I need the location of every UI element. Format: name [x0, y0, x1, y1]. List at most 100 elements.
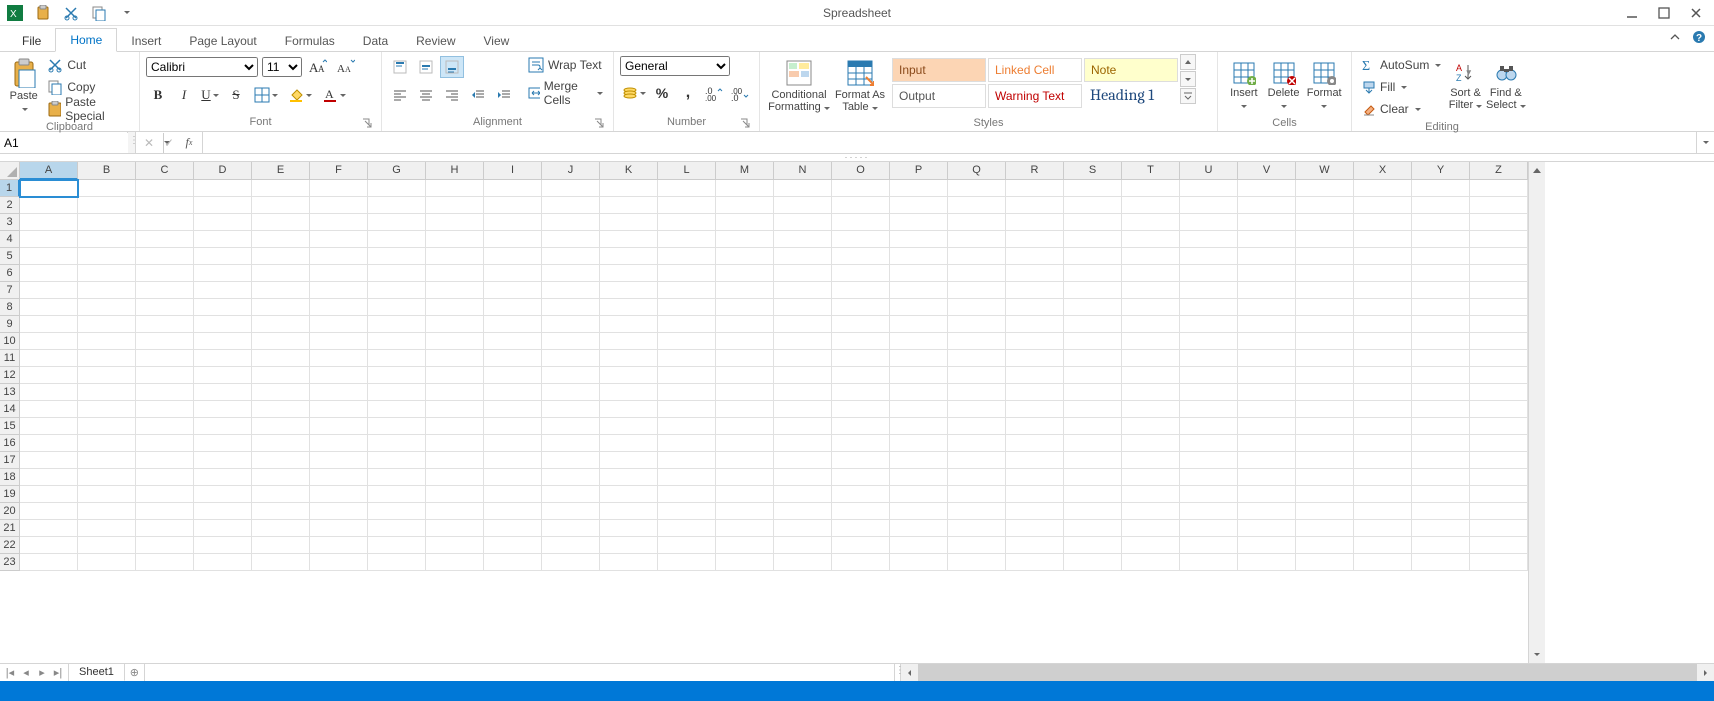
cell[interactable]	[948, 452, 1006, 469]
cell[interactable]	[1412, 265, 1470, 282]
cell[interactable]	[716, 452, 774, 469]
cell[interactable]	[1412, 367, 1470, 384]
sheet-nav-first[interactable]: |◂	[2, 665, 18, 681]
cell[interactable]	[252, 214, 310, 231]
cell[interactable]	[78, 180, 136, 197]
help-icon[interactable]: ?	[1690, 28, 1708, 46]
cell[interactable]	[542, 469, 600, 486]
cell[interactable]	[716, 316, 774, 333]
column-header[interactable]: B	[78, 162, 136, 180]
cell[interactable]	[774, 554, 832, 571]
cell[interactable]	[542, 486, 600, 503]
cell[interactable]	[1238, 554, 1296, 571]
cell[interactable]	[658, 452, 716, 469]
cell[interactable]	[832, 333, 890, 350]
cell[interactable]	[310, 248, 368, 265]
cell[interactable]	[542, 197, 600, 214]
fill-color-button[interactable]	[284, 84, 316, 106]
cell[interactable]	[252, 282, 310, 299]
cell[interactable]	[1470, 537, 1528, 554]
cell[interactable]	[1180, 452, 1238, 469]
style-linked-cell[interactable]: Linked Cell	[988, 58, 1082, 82]
cell[interactable]	[890, 367, 948, 384]
cell[interactable]	[832, 418, 890, 435]
cell[interactable]	[1122, 350, 1180, 367]
cell[interactable]	[78, 248, 136, 265]
cell[interactable]	[774, 231, 832, 248]
cell[interactable]	[948, 316, 1006, 333]
cell[interactable]	[658, 197, 716, 214]
style-output[interactable]: Output	[892, 84, 986, 108]
cell[interactable]	[948, 265, 1006, 282]
cell[interactable]	[426, 537, 484, 554]
cell[interactable]	[1470, 248, 1528, 265]
cell[interactable]	[252, 367, 310, 384]
cell[interactable]	[890, 180, 948, 197]
cell[interactable]	[1412, 554, 1470, 571]
cell[interactable]	[658, 333, 716, 350]
cell[interactable]	[774, 265, 832, 282]
cell[interactable]	[252, 248, 310, 265]
column-header[interactable]: D	[194, 162, 252, 180]
cell[interactable]	[1412, 503, 1470, 520]
cell[interactable]	[716, 367, 774, 384]
cell[interactable]	[252, 180, 310, 197]
cell[interactable]	[1006, 214, 1064, 231]
cell[interactable]	[136, 435, 194, 452]
cell[interactable]	[1470, 231, 1528, 248]
tab-file[interactable]: File	[8, 30, 55, 52]
cell[interactable]	[484, 520, 542, 537]
column-header[interactable]: Q	[948, 162, 1006, 180]
cell[interactable]	[658, 350, 716, 367]
cell[interactable]	[600, 435, 658, 452]
cell[interactable]	[600, 367, 658, 384]
cell[interactable]	[832, 214, 890, 231]
cell[interactable]	[1180, 435, 1238, 452]
tab-data[interactable]: Data	[349, 30, 402, 52]
cell[interactable]	[716, 384, 774, 401]
cell[interactable]	[1006, 350, 1064, 367]
cell[interactable]	[1296, 486, 1354, 503]
cell[interactable]	[1238, 316, 1296, 333]
cell[interactable]	[252, 486, 310, 503]
sheet-nav-last[interactable]: ▸|	[50, 665, 66, 681]
cell[interactable]	[1412, 180, 1470, 197]
cell[interactable]	[716, 350, 774, 367]
cell[interactable]	[368, 418, 426, 435]
cell[interactable]	[542, 418, 600, 435]
strikethrough-button[interactable]: S	[224, 84, 248, 106]
cell[interactable]	[194, 333, 252, 350]
cell[interactable]	[310, 350, 368, 367]
formula-bar-collapse-handle[interactable]: ·····	[0, 154, 1714, 162]
cell[interactable]	[136, 469, 194, 486]
cell[interactable]	[542, 367, 600, 384]
cell[interactable]	[310, 537, 368, 554]
cell[interactable]	[890, 265, 948, 282]
cell[interactable]	[1296, 435, 1354, 452]
cell[interactable]	[368, 554, 426, 571]
cell[interactable]	[484, 265, 542, 282]
row-header[interactable]: 23	[0, 554, 20, 571]
cell[interactable]	[600, 384, 658, 401]
cell[interactable]	[20, 435, 78, 452]
cell[interactable]	[600, 299, 658, 316]
cell[interactable]	[774, 180, 832, 197]
styles-scroll-down[interactable]	[1180, 71, 1196, 87]
cell[interactable]	[1412, 537, 1470, 554]
cell[interactable]	[1122, 520, 1180, 537]
cell[interactable]	[1238, 350, 1296, 367]
cell[interactable]	[658, 265, 716, 282]
cell[interactable]	[20, 265, 78, 282]
cell[interactable]	[368, 452, 426, 469]
maximize-button[interactable]	[1650, 2, 1678, 24]
cell[interactable]	[600, 469, 658, 486]
cell[interactable]	[252, 452, 310, 469]
font-name-select[interactable]: Calibri	[146, 57, 258, 77]
cell[interactable]	[1470, 401, 1528, 418]
scroll-right-button[interactable]	[1697, 664, 1714, 681]
cell[interactable]	[1412, 333, 1470, 350]
cell[interactable]	[484, 299, 542, 316]
column-header[interactable]: C	[136, 162, 194, 180]
cell[interactable]	[368, 180, 426, 197]
borders-button[interactable]	[250, 84, 282, 106]
